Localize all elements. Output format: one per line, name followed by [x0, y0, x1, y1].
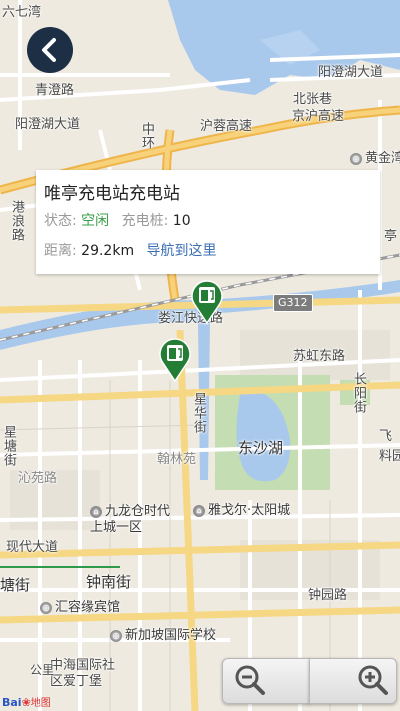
zoom-in-icon — [358, 665, 388, 695]
map-label: 沁苑路 — [18, 471, 58, 486]
map-label: 钟园路 — [308, 588, 348, 603]
back-button[interactable] — [27, 27, 73, 73]
distance-label: 距离: — [44, 243, 77, 259]
map-label: ◎ 新加坡国际学校 — [110, 629, 216, 642]
map-label: 翰林苑 — [157, 452, 197, 467]
map-label: 港浪路 — [9, 200, 24, 242]
status-value: 空闲 — [81, 213, 110, 229]
map-label: 中海国际社区爱丁堡 — [50, 658, 116, 689]
map-label: 塘街 — [0, 576, 31, 594]
charging-station-marker[interactable] — [190, 278, 224, 328]
poi-icon: ◎ — [350, 153, 362, 165]
map-label: 阳澄湖大道 — [15, 117, 81, 132]
station-distance-row: 距离: 29.2km 导航到这里 — [44, 240, 217, 260]
logo-suffix: 地图 — [30, 698, 51, 709]
map-label: 北张巷 — [293, 92, 333, 107]
map-label: 星塘街 — [1, 425, 16, 467]
map-label: 沪蓉高速 — [200, 119, 253, 134]
station-name: 唯亭充电站充电站 — [44, 184, 180, 204]
station-info-card[interactable]: 唯亭充电站充电站 状态: 空闲 充电桩: 10 距离: 29.2km 导航到这里 — [36, 170, 380, 274]
map-label: 长阳街 — [351, 372, 366, 414]
paw-icon: ❀ — [21, 696, 31, 709]
map-label: ◎ 黄金湾 — [350, 152, 400, 165]
charging-station-icon — [191, 280, 223, 325]
piles-value: 10 — [172, 213, 191, 229]
map-label: 公里 — [30, 663, 55, 677]
highway-shield: G312 — [273, 294, 313, 312]
map-label: 京沪高速 — [292, 109, 345, 124]
logo-brand: Bai — [2, 696, 22, 709]
map-label: ⌂ 雅戈尔·太阳城 — [193, 504, 290, 517]
map-label: 苏虹东路 — [293, 349, 346, 364]
charging-station-icon — [159, 338, 191, 383]
charging-station-marker[interactable] — [158, 336, 192, 386]
map-label: 星华街 — [191, 392, 206, 434]
zoom-out-icon — [235, 665, 265, 695]
poi-icon: ⌂ — [90, 506, 102, 518]
map-label: ⌂ 九龙仓时代上城一区 — [90, 504, 171, 535]
map-label: 料园 — [379, 449, 400, 464]
piles-label: 充电桩: — [121, 213, 169, 229]
poi-icon: ◎ — [40, 602, 52, 614]
map-label: 现代大道 — [6, 540, 59, 555]
status-label: 状态: — [44, 213, 77, 229]
map-label: 亭 — [384, 229, 398, 244]
zoom-in-button[interactable] — [309, 658, 397, 704]
map-label: 中环 — [139, 122, 154, 150]
station-status-row: 状态: 空闲 充电桩: 10 — [44, 210, 191, 230]
poi-icon: ⌂ — [193, 505, 205, 517]
map-label: 阳澄湖大道 — [318, 65, 384, 80]
map-label: 飞 — [379, 429, 393, 444]
map-label: ◎ 汇容缘宾馆 — [40, 601, 120, 614]
map-label: 东沙湖 — [238, 439, 284, 457]
map-label: 钟南街 — [86, 573, 132, 591]
distance-value: 29.2km — [81, 243, 135, 259]
map-label: 青澄路 — [35, 83, 75, 98]
chevron-left-icon — [42, 38, 56, 62]
map-label: 六七湾 — [2, 5, 42, 20]
baidu-map-logo: Bai❀地图 — [2, 694, 51, 709]
poi-icon: ◎ — [110, 630, 122, 642]
zoom-out-button[interactable] — [222, 658, 310, 704]
navigate-here-link[interactable]: 导航到这里 — [147, 243, 217, 259]
